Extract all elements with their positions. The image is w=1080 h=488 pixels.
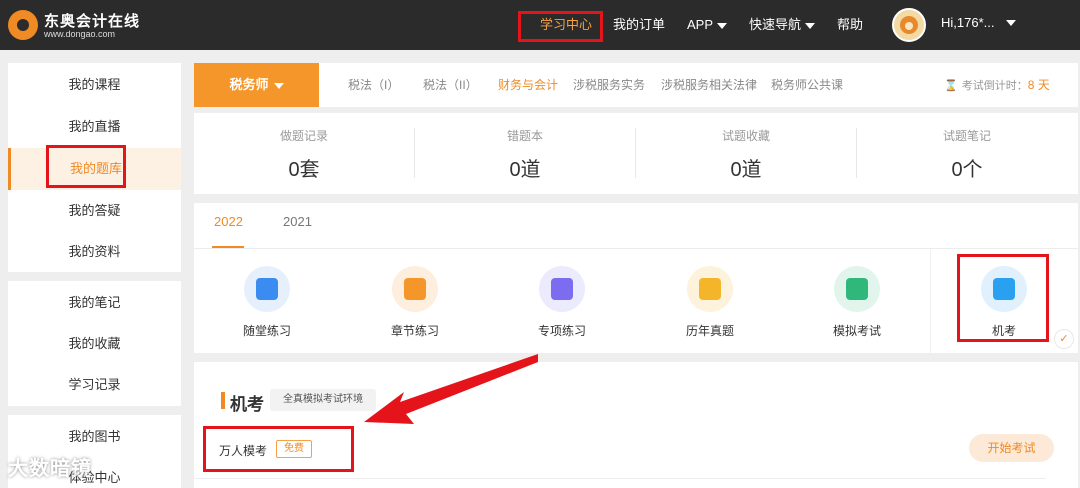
user-menu-chevron-icon[interactable] [1006,20,1016,26]
stat-label: 错题本 [506,129,543,143]
star-bookmark-icon [687,266,733,312]
highlight-box-exam [203,426,354,472]
stat-practice-records[interactable]: 做题记录 0套 [194,113,414,193]
sidebar-item-my-materials[interactable]: 我的资料 [8,231,181,273]
exam-countdown: ⌛ 考试倒计时：8 天 [944,63,1050,107]
nav-quick-nav[interactable]: 快速导航 [749,0,816,50]
chevron-down-icon [805,22,816,29]
tab-year-2021[interactable]: 2021 [283,214,312,238]
exam-paper-icon [834,266,880,312]
divider [194,478,1046,479]
sidebar-item-my-courses[interactable]: 我的课程 [8,64,181,106]
section-title: 机考 [230,395,264,414]
chevron-down-icon [717,22,728,29]
stat-label: 做题记录 [279,129,328,143]
tab-finance-accounting[interactable]: 财务与会计 [498,63,558,107]
hourglass-icon: ⌛ [944,80,958,92]
checklist-icon [539,266,585,312]
nav-help[interactable]: 帮助 [837,0,863,50]
stat-value: 0道 [509,159,541,181]
highlight-box-computer-exam [957,254,1049,342]
brand-url: www.dongao.com [44,29,116,39]
sidebar-item-my-favorites[interactable]: 我的收藏 [8,323,181,365]
avatar[interactable] [892,8,926,42]
selected-check-icon: ✓ [1054,329,1074,349]
watermark: 大数暗镜 [8,458,92,480]
practice-in-class[interactable]: 随堂练习 [207,258,327,348]
stat-label: 试题收藏 [721,129,770,143]
sidebar-item-study-records[interactable]: 学习记录 [8,364,181,406]
tab-tax-law-2[interactable]: 税法（II） [423,63,478,107]
stat-question-notes[interactable]: 试题笔记 0个 [857,113,1077,193]
tab-tax-service-practice[interactable]: 涉税服务实务 [573,63,645,107]
section-accent-bar [221,392,225,409]
tab-public-course[interactable]: 税务师公共课 [771,63,843,107]
nav-app[interactable]: APP [687,0,728,50]
book-icon [392,266,438,312]
subject-dropdown-label: 税务师 [229,77,269,92]
highlight-box-nav [518,11,603,42]
stat-value: 0道 [730,159,762,181]
subject-dropdown[interactable]: 税务师 [194,63,319,107]
sidebar-item-my-notes[interactable]: 我的笔记 [8,282,181,324]
practice-label: 随堂练习 [242,324,291,338]
sidebar-item-my-live[interactable]: 我的直播 [8,106,181,148]
practice-past-exams[interactable]: 历年真题 [650,258,770,348]
practice-special[interactable]: 专项练习 [502,258,622,348]
nav-app-label: APP [687,17,714,32]
brand-name: 东奥会计在线 [44,13,141,30]
chevron-down-icon [273,82,284,89]
sidebar-item-my-qa[interactable]: 我的答疑 [8,190,181,232]
stat-label: 试题笔记 [942,129,991,143]
video-icon [244,266,290,312]
practice-label: 历年真题 [685,324,734,338]
practice-mock-exam[interactable]: 模拟考试 [797,258,917,348]
stat-wrong-questions[interactable]: 错题本 0道 [415,113,635,193]
stat-question-favorites[interactable]: 试题收藏 0道 [636,113,856,193]
countdown-days: 8 天 [1027,78,1050,92]
sidebar-group-2: 我的笔记 我的收藏 学习记录 [8,281,181,406]
user-name[interactable]: Hi,176*... [941,0,994,46]
highlight-box-sidebar [46,145,126,188]
countdown-label: 考试倒计时： [961,80,1028,92]
start-exam-button[interactable]: 开始考试 [969,434,1054,462]
tab-year-2022[interactable]: 2022 [214,214,243,238]
tab-tax-related-law[interactable]: 涉税服务相关法律 [661,63,757,107]
practice-label: 章节练习 [390,324,439,338]
nav-my-orders[interactable]: 我的订单 [613,0,665,50]
tab-tax-law-1[interactable]: 税法（I） [348,63,399,107]
brand-logo[interactable]: 东奥会计在线 www.dongao.com [8,8,148,42]
logo-mark-icon [8,10,38,40]
annotation-arrow-icon [364,354,538,424]
practice-chapter[interactable]: 章节练习 [355,258,475,348]
nav-quick-nav-label: 快速导航 [749,17,802,32]
stat-value: 0套 [288,159,320,181]
practice-label: 模拟考试 [832,324,881,338]
practice-label: 专项练习 [537,324,586,338]
stat-value: 0个 [951,159,983,181]
